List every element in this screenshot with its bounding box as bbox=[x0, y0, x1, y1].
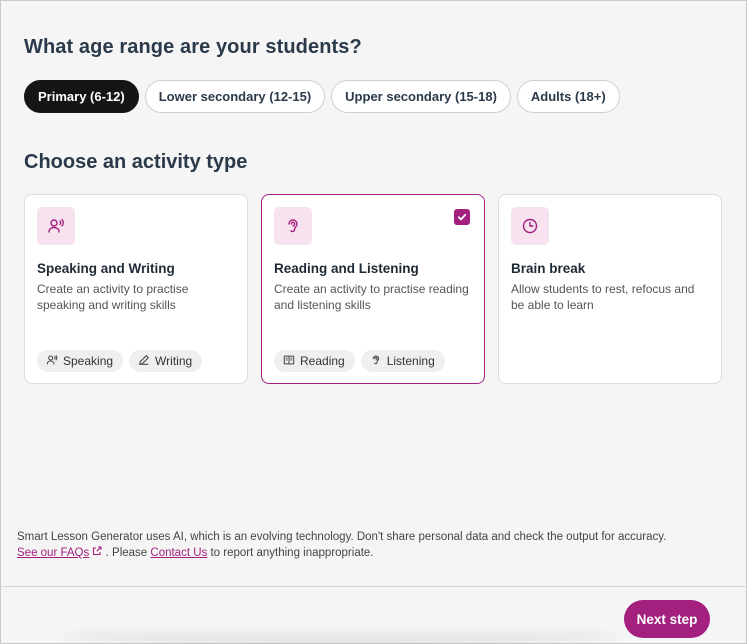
card-description: Create an activity to practise speaking … bbox=[37, 282, 189, 312]
ear-icon bbox=[370, 354, 382, 369]
tag-speaking: Speaking bbox=[37, 350, 124, 372]
faq-link[interactable]: See our FAQs bbox=[17, 547, 89, 559]
disclaimer-text: to report anything inappropriate. bbox=[207, 547, 374, 559]
card-description: Allow students to rest, refocus and be a… bbox=[511, 282, 695, 312]
contact-us-link[interactable]: Contact Us bbox=[150, 547, 207, 559]
tag-label: Reading bbox=[300, 354, 345, 368]
card-title: Reading and Listening bbox=[274, 261, 419, 276]
disclaimer-line: Smart Lesson Generator uses AI, which is… bbox=[17, 531, 667, 543]
tag-label: Writing bbox=[155, 354, 193, 368]
speaking-icon bbox=[37, 207, 75, 245]
age-option-primary[interactable]: Primary (6-12) bbox=[24, 80, 139, 113]
card-title: Brain break bbox=[511, 261, 586, 276]
disclaimer-line-2: See our FAQs . Please Contact Us to repo… bbox=[17, 545, 727, 561]
tag-label: Speaking bbox=[63, 354, 114, 368]
book-icon bbox=[283, 354, 295, 369]
tag-label: Listening bbox=[386, 354, 435, 368]
footer-shadow bbox=[60, 628, 620, 644]
age-option-adults[interactable]: Adults (18+) bbox=[516, 80, 620, 113]
card-title: Speaking and Writing bbox=[37, 261, 175, 276]
age-option-upper-secondary[interactable]: Upper secondary (15-18) bbox=[331, 80, 511, 113]
footer-divider bbox=[0, 586, 747, 587]
card-tags: Speaking Writing bbox=[37, 350, 203, 372]
disclaimer-text: . Please bbox=[105, 547, 151, 559]
card-tags: Reading Listening bbox=[274, 350, 445, 372]
pencil-icon bbox=[138, 354, 150, 369]
activity-card-brain-break[interactable]: Brain break Allow students to rest, refo… bbox=[498, 194, 722, 384]
card-description: Create an activity to practise reading a… bbox=[274, 282, 469, 312]
activity-card-speaking-writing[interactable]: Speaking and Writing Create an activity … bbox=[24, 194, 248, 384]
ear-icon bbox=[274, 207, 312, 245]
clock-icon bbox=[511, 207, 549, 245]
age-range-heading: What age range are your students? bbox=[24, 36, 362, 58]
age-option-lower-secondary[interactable]: Lower secondary (12-15) bbox=[144, 80, 326, 113]
activity-card-reading-listening[interactable]: Reading and Listening Create an activity… bbox=[261, 194, 485, 384]
next-step-button[interactable]: Next step bbox=[624, 600, 710, 638]
activity-type-heading: Choose an activity type bbox=[24, 151, 248, 173]
tag-writing: Writing bbox=[129, 350, 203, 372]
tag-listening: Listening bbox=[360, 350, 445, 372]
age-range-options: Primary (6-12) Lower secondary (12-15) U… bbox=[24, 80, 620, 113]
ai-disclaimer: Smart Lesson Generator uses AI, which is… bbox=[17, 529, 727, 561]
tag-reading: Reading bbox=[274, 350, 355, 372]
external-link-icon bbox=[92, 546, 105, 559]
speaking-icon bbox=[46, 354, 58, 369]
selected-checkbox[interactable] bbox=[454, 209, 470, 225]
